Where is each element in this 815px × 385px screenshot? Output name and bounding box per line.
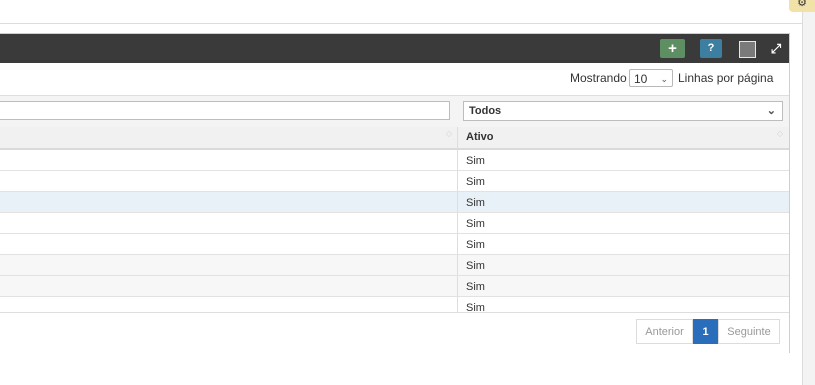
top-strip [0, 0, 802, 24]
table-header: ◇ Ativo ◇ [0, 127, 789, 150]
column-divider [457, 255, 458, 275]
column-divider [457, 234, 458, 254]
table-footer: Anterior 1 Seguinte [0, 312, 789, 353]
rows-per-page-select[interactable]: 10 ⌄ [629, 69, 673, 87]
ativo-cell: Sim [466, 239, 485, 251]
chevron-down-icon: ⌄ [660, 74, 668, 84]
table-row[interactable]: Sim [0, 276, 789, 297]
table-row[interactable]: Sim [0, 171, 789, 192]
column-filter-input[interactable] [0, 101, 450, 120]
toggle-columns-button[interactable] [739, 41, 756, 58]
column-header-ativo[interactable]: Ativo [466, 131, 494, 143]
length-prefix: Mostrando [570, 71, 627, 85]
length-bar: Mostrando 10 ⌄ Linhas por página [0, 63, 789, 95]
ativo-cell: Sim [466, 218, 485, 230]
chevron-down-icon: ⌄ [766, 105, 776, 117]
right-gutter [802, 0, 815, 385]
gear-icon[interactable]: ⚙ [789, 0, 815, 12]
ativo-cell: Sim [466, 260, 485, 272]
previous-page-button[interactable]: Anterior [636, 319, 693, 344]
ativo-filter-value: Todos [469, 105, 502, 117]
data-table: ◇ Ativo ◇ Sim Sim Sim Sim Sim Sim Sim Si… [0, 127, 789, 318]
column-divider [457, 171, 458, 191]
ativo-cell: Sim [466, 176, 485, 188]
column-divider [457, 127, 458, 148]
table-row[interactable]: Sim [0, 234, 789, 255]
table-row[interactable]: Sim [0, 150, 789, 171]
column-divider [457, 192, 458, 212]
help-button[interactable]: ? [700, 39, 722, 58]
length-suffix: Linhas por página [678, 71, 774, 85]
panel-header: + ? ⤢ [0, 34, 789, 63]
sort-icon[interactable]: ◇ [776, 130, 784, 142]
page-1-button[interactable]: 1 [693, 319, 718, 344]
ativo-cell: Sim [466, 197, 485, 209]
ativo-filter-select[interactable]: Todos ⌄ [463, 101, 783, 121]
table-row[interactable]: Sim [0, 192, 789, 213]
table-row[interactable]: Sim [0, 255, 789, 276]
data-panel: + ? ⤢ Mostrando 10 ⌄ Linhas por página T… [0, 33, 790, 353]
add-button[interactable]: + [660, 39, 685, 58]
fullscreen-icon[interactable]: ⤢ [766, 39, 786, 58]
ativo-cell: Sim [466, 155, 485, 167]
rows-per-page-value: 10 [634, 72, 648, 86]
sort-icon[interactable]: ◇ [445, 130, 453, 142]
column-divider [457, 276, 458, 296]
table-row[interactable]: Sim [0, 213, 789, 234]
filter-row: Todos ⌄ [0, 95, 789, 128]
ativo-cell: Sim [466, 281, 485, 293]
column-divider [457, 150, 458, 170]
next-page-button[interactable]: Seguinte [718, 319, 780, 344]
column-divider [457, 213, 458, 233]
